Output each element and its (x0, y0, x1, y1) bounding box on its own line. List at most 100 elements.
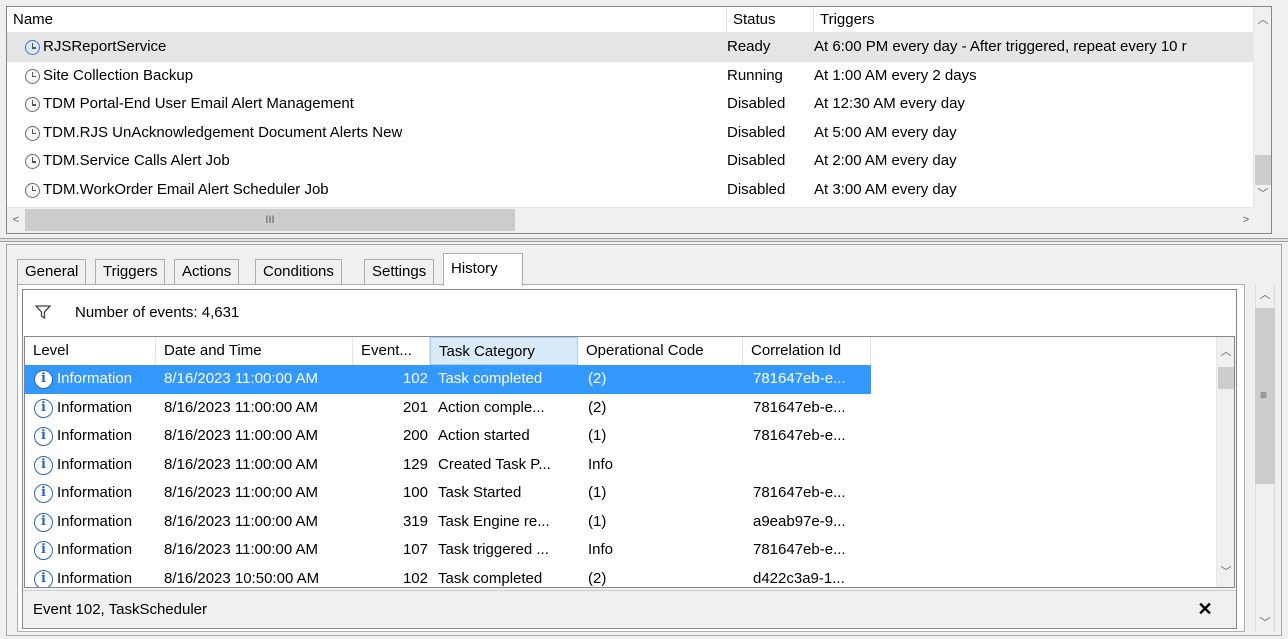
task-triggers: At 1:00 AM every 2 days (814, 66, 977, 84)
close-icon[interactable]: ✕ (1194, 598, 1216, 620)
scrollbar-thumb[interactable]: ≡ (1255, 308, 1275, 484)
information-icon: i (34, 370, 53, 389)
event-id: 102 (402, 370, 428, 387)
pane-splitter[interactable] (0, 238, 1288, 242)
event-date-time: 8/16/2023 11:00:00 AM (164, 398, 319, 416)
history-box: Number of events: 4,631 Level Date and T… (22, 289, 1237, 629)
event-date-time: 8/16/2023 10:50:00 AM (164, 569, 320, 587)
event-operational-code: (2) (588, 398, 607, 416)
scroll-left-arrow-icon[interactable]: < (7, 211, 25, 229)
event-correlation-id: 781647eb-e... (753, 370, 846, 387)
event-correlation-id: d422c3a9-1... (753, 569, 845, 587)
task-row[interactable]: RJSReportService Ready At 6:00 PM every da… (7, 33, 1255, 62)
event-level: Information (57, 398, 133, 416)
event-details-title: Event 102, TaskScheduler (33, 601, 208, 618)
event-level: Information (57, 541, 133, 558)
event-correlation-id: 781647eb-e... (753, 484, 846, 501)
history-row[interactable]: i Information 8/16/2023 11:00:00 AM 100 Task… (25, 479, 1217, 508)
tab-conditions[interactable]: Conditions (255, 259, 342, 285)
tab-actions[interactable]: Actions (174, 259, 240, 285)
event-date-time: 8/16/2023 11:00:00 AM (164, 370, 319, 387)
column-header-correlation-id[interactable]: Correlation Id (743, 337, 871, 365)
event-operational-code: (1) (588, 427, 607, 444)
task-status: Disabled (727, 123, 786, 141)
filter-funnel-icon[interactable] (35, 305, 51, 319)
event-operational-code: (2) (588, 370, 607, 387)
tab-triggers[interactable]: Triggers (95, 259, 166, 285)
column-header-date-time[interactable]: Date and Time (156, 337, 353, 365)
tab-settings[interactable]: Settings (364, 259, 435, 285)
event-correlation-id: 781647eb-e... (753, 427, 846, 444)
event-level: Information (57, 569, 133, 587)
information-icon: i (34, 541, 53, 560)
history-grid-vertical-scrollbar[interactable]: ︿ ﹀ (1216, 337, 1234, 587)
history-event-grid: Level Date and Time Event... Task Catego… (24, 336, 1235, 588)
scroll-up-arrow-icon[interactable]: ︿ (1254, 11, 1271, 29)
history-grid-rows: i Information 8/16/2023 11:00:00 AM 102 Task… (25, 365, 1217, 587)
event-date-time: 8/16/2023 11:00:00 AM (164, 484, 319, 501)
task-row[interactable]: TDM.RJS UnAcknowledgement Document Alert… (7, 119, 1255, 148)
tab-general[interactable]: General (17, 259, 87, 285)
event-task-category: Action started (438, 427, 530, 444)
history-row[interactable]: i Information 8/16/2023 11:00:00 AM 319 Task… (25, 508, 1217, 537)
history-row[interactable]: i Information 8/16/2023 11:00:00 AM 129 Crea… (25, 451, 1217, 480)
scroll-down-arrow-icon[interactable]: ﹀ (1217, 563, 1234, 581)
column-header-event-id[interactable]: Event... (353, 337, 430, 365)
task-status: Disabled (727, 180, 786, 198)
events-toolbar: Number of events: 4,631 (23, 290, 1236, 336)
event-date-time: 8/16/2023 11:00:00 AM (164, 512, 319, 530)
history-row[interactable]: i Information 8/16/2023 11:00:00 AM 200 Acti… (25, 422, 1217, 451)
event-details-bar: Event 102, TaskScheduler ✕ (23, 590, 1236, 628)
column-header-triggers[interactable]: Triggers (814, 7, 1255, 33)
scroll-down-arrow-icon[interactable]: ﹀ (1254, 185, 1271, 203)
scroll-up-arrow-icon[interactable]: ︿ (1256, 286, 1274, 304)
event-level: Information (57, 455, 133, 473)
task-status: Disabled (727, 152, 786, 169)
event-task-category: Created Task P... (438, 455, 551, 473)
column-header-operational-code[interactable]: Operational Code (578, 337, 743, 365)
task-list-horizontal-scrollbar[interactable]: < III > (7, 207, 1255, 233)
task-row[interactable]: TDM Portal-End User Email Alert Manageme… (7, 90, 1255, 119)
task-triggers: At 5:00 AM every day (814, 123, 957, 141)
information-icon: i (34, 512, 53, 532)
task-triggers: At 3:00 AM every day (814, 180, 957, 198)
history-row[interactable]: i Information 8/16/2023 11:00:00 AM 102 Task… (25, 365, 1217, 394)
task-list: Name Status Triggers RJSReportService Rea… (6, 6, 1272, 234)
details-pane-vertical-scrollbar[interactable]: ︿ ≡ ﹀ (1247, 284, 1281, 634)
task-list-vertical-scrollbar[interactable]: ︿ ﹀ (1253, 7, 1271, 207)
task-status: Disabled (727, 95, 786, 112)
event-task-category: Task Started (438, 484, 522, 501)
event-date-time: 8/16/2023 11:00:00 AM (164, 455, 319, 473)
history-row[interactable]: i Information 8/16/2023 11:00:00 AM 107 Task… (25, 536, 1217, 565)
event-correlation-id (753, 451, 871, 480)
task-row[interactable]: Site Collection Backup Running At 1:00 AM … (7, 62, 1255, 91)
tab-history[interactable]: History (443, 253, 523, 286)
task-name: TDM.Service Calls Alert Job (43, 152, 230, 169)
task-name: TDM Portal-End User Email Alert Manageme… (43, 95, 354, 112)
task-row[interactable]: TDM.WorkOrder Email Alert Scheduler Job D… (7, 176, 1255, 205)
column-header-status[interactable]: Status (727, 7, 814, 33)
scroll-up-arrow-icon[interactable]: ︿ (1217, 343, 1234, 361)
task-name: RJSReportService (43, 38, 167, 55)
event-id: 201 (402, 398, 428, 416)
column-header-task-category[interactable]: Task Category (430, 337, 578, 365)
task-triggers: At 6:00 PM every day - After triggered, … (814, 38, 1187, 55)
task-row[interactable]: TDM.Service Calls Alert Job Disabled At 2:… (7, 147, 1255, 176)
information-icon: i (34, 455, 53, 475)
event-operational-code: Info (588, 455, 614, 473)
scrollbar-thumb[interactable]: III (25, 209, 515, 231)
column-header-level[interactable]: Level (25, 337, 156, 365)
scrollbar-thumb[interactable] (1218, 367, 1234, 389)
history-row[interactable]: i Information 8/16/2023 10:50:00 AM 102 Task… (25, 565, 1217, 587)
event-date-time: 8/16/2023 11:00:00 AM (164, 541, 319, 558)
history-row[interactable]: i Information 8/16/2023 11:00:00 AM 201 Acti… (25, 394, 1217, 423)
scrollbar-thumb[interactable] (1255, 155, 1271, 185)
scroll-down-arrow-icon[interactable]: ﹀ (1256, 614, 1274, 632)
event-operational-code: (1) (588, 484, 607, 501)
event-id: 200 (402, 427, 428, 444)
event-id: 129 (402, 455, 428, 473)
task-triggers: At 12:30 AM every day (814, 95, 965, 112)
column-header-name[interactable]: Name (7, 7, 727, 33)
event-task-category: Task Engine re... (438, 512, 550, 530)
task-status: Ready (727, 38, 771, 55)
